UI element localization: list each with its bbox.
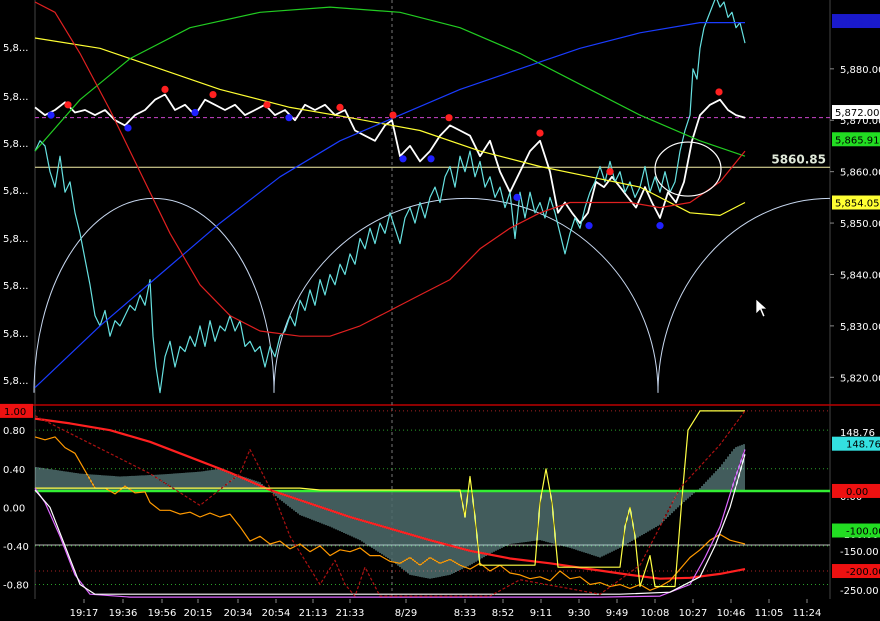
price-right-tick-label: 5,860.00 [840,168,880,179]
time-tick-label: 20:54 [262,608,291,619]
time-tick-label: 20:34 [224,608,253,619]
price-left-tick-label: 5,8... [3,281,28,292]
osc-left-tick-label: -0.40 [3,542,29,553]
price-right-tick-label: 5,820.00 [840,373,880,384]
price-left-tick-label: 5,8... [3,186,28,197]
signal-marker-dot [124,124,132,132]
time-tick-label: 9:11 [530,608,552,619]
price-left-tick-label: 5,8... [3,92,28,103]
signal-marker-dot [47,111,55,119]
time-tick-label: 10:08 [641,608,670,619]
osc-badge-label: -100.00 [846,527,880,538]
price-left-tick-label: 5,8... [3,376,28,387]
signal-marker-dot [715,88,723,96]
price-badge-label: 5,872.00 [835,108,880,119]
price-left-tick-label: 5,8... [3,43,28,54]
time-tick-label: 20:15 [184,608,213,619]
price-level-label: 5860.85 [771,152,826,166]
price-badge-label: 5,890.00 [835,17,880,28]
time-tick-label: 19:17 [70,608,99,619]
price-left-tick-label: 5,8... [3,329,28,340]
osc-right-label: -150.00 [840,547,879,558]
time-tick-label: 19:56 [148,608,177,619]
time-tick-label: 21:13 [299,608,328,619]
price-badge-label: 5,854.05 [835,199,880,210]
signal-marker-dot [209,90,217,99]
osc-left-tick-label: 0.40 [3,465,25,476]
time-tick-label: 9:49 [606,608,628,619]
time-tick-label: 11:05 [755,608,784,619]
osc-left-tick-label: 0.80 [3,426,25,437]
time-tick-label: 10:27 [679,608,708,619]
price-right-tick-label: 5,830.00 [840,322,880,333]
signal-marker-dot [389,111,397,119]
time-tick-label: 8/29 [395,608,417,619]
signal-marker-dot [585,222,593,230]
osc-badge-label: 0.00 [846,487,868,498]
time-tick-label: 9:30 [568,608,590,619]
price-right-tick-label: 5,850.00 [840,219,880,230]
time-tick-label: 8:33 [454,608,476,619]
signal-marker-dot [536,129,544,137]
osc-max-badge-label: 1.00 [4,407,26,418]
signal-marker-dot [656,222,664,230]
signal-marker-dot [606,168,614,176]
osc-badge-label: -200.00 [846,567,880,578]
signal-marker-dot [263,101,271,109]
signal-marker-dot [191,108,199,117]
signal-marker-dot [445,114,453,122]
trading-chart: 5,8... 5,8... 5,8... 5,8... 5,8... 5,8... 5,8.… [0,0,880,621]
price-left-tick-label: 5,8... [3,139,28,150]
price-left-tick-label: 5,8... [3,234,28,245]
signal-marker-dot [64,101,72,109]
signal-marker-dot [285,114,293,122]
time-tick-label: 19:36 [109,608,138,619]
price-right-tick-label: 5,880.00 [840,65,880,76]
time-tick-label: 8:52 [492,608,514,619]
osc-left-tick-label: 0.00 [3,503,25,514]
osc-right-label: -250.00 [840,586,879,597]
price-badge-label: 5,865.91 [835,135,880,146]
price-right-tick-label: 5,840.00 [840,270,880,281]
time-tick-label: 10:46 [717,608,746,619]
osc-left-tick-label: -0.80 [3,581,29,592]
signal-marker-dot [399,155,407,163]
time-tick-label: 11:24 [793,608,822,619]
signal-marker-dot [336,103,344,111]
signal-marker-dot [513,193,521,201]
osc-badge-label: 148.76 [846,440,880,451]
signal-marker-dot [161,85,169,93]
time-tick-label: 21:33 [336,608,365,619]
signal-marker-dot [427,155,435,163]
